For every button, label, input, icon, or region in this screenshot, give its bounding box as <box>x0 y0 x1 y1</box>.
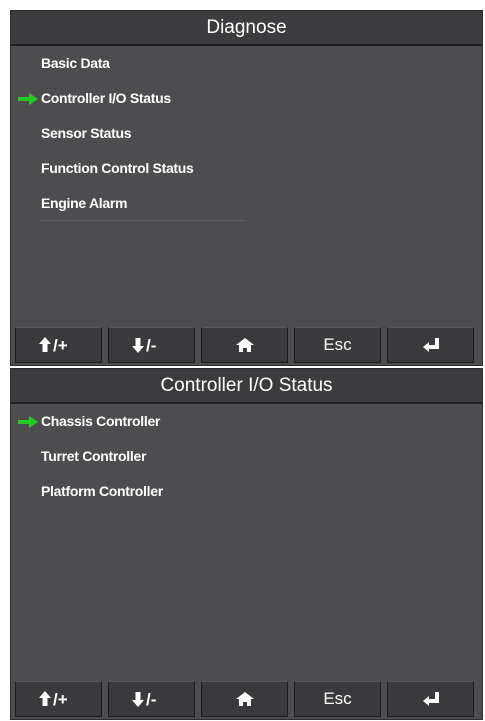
soft-key-bar: /+ /- Esc <box>11 678 482 719</box>
menu-item-label: Platform Controller <box>41 483 163 499</box>
menu-item-function-control-status[interactable]: Function Control Status <box>11 152 482 187</box>
enter-button[interactable] <box>387 681 474 717</box>
menu-item-label: Function Control Status <box>41 160 194 176</box>
down-arrow-icon: /- <box>131 690 156 708</box>
down-minus-button[interactable]: /- <box>108 327 195 363</box>
enter-icon <box>422 338 439 352</box>
esc-button[interactable]: Esc <box>294 681 381 717</box>
controller-io-status-screen: Controller I/O Status Chassis Controller… <box>10 368 483 720</box>
menu-item-label: Turret Controller <box>41 448 147 464</box>
down-minus-button[interactable]: /- <box>108 681 195 717</box>
down-arrow-icon: /- <box>131 336 156 354</box>
home-button[interactable] <box>201 327 288 363</box>
up-plus-button[interactable]: /+ <box>15 681 102 717</box>
menu-item-label: Engine Alarm <box>41 195 128 211</box>
menu-item-sensor-status[interactable]: Sensor Status <box>11 117 482 152</box>
down-minus-suffix: /- <box>146 690 156 708</box>
up-plus-button[interactable]: /+ <box>15 327 102 363</box>
selection-arrow-icon <box>18 93 38 105</box>
enter-button[interactable] <box>387 327 474 363</box>
home-button[interactable] <box>201 681 288 717</box>
menu-item-chassis-controller[interactable]: Chassis Controller <box>11 405 482 440</box>
menu-item-turret-controller[interactable]: Turret Controller <box>11 440 482 475</box>
down-minus-suffix: /- <box>146 336 156 354</box>
menu-item-engine-alarm[interactable]: Engine Alarm <box>11 187 482 222</box>
diagnose-menu: Basic Data Controller I/O Status Sensor … <box>11 47 482 222</box>
menu-item-platform-controller[interactable]: Platform Controller <box>11 475 482 510</box>
menu-item-basic-data[interactable]: Basic Data <box>11 47 482 82</box>
enter-icon <box>422 692 439 706</box>
selection-arrow-icon <box>18 416 38 428</box>
menu-item-label: Controller I/O Status <box>41 90 171 106</box>
home-icon <box>235 692 254 706</box>
esc-label: Esc <box>323 335 352 354</box>
menu-item-label: Chassis Controller <box>41 413 161 429</box>
esc-button[interactable]: Esc <box>294 327 381 363</box>
home-icon <box>235 338 254 352</box>
menu-item-label: Sensor Status <box>41 125 132 141</box>
screen-title: Diagnose <box>11 11 482 46</box>
controller-io-menu: Chassis Controller Turret Controller Pla… <box>11 405 482 510</box>
up-arrow-icon: /+ <box>38 690 68 708</box>
screen-title: Controller I/O Status <box>11 369 482 404</box>
up-plus-suffix: /+ <box>53 336 68 354</box>
menu-item-label: Basic Data <box>41 55 110 71</box>
menu-divider <box>41 220 246 221</box>
up-arrow-icon: /+ <box>38 336 68 354</box>
diagnose-screen: Diagnose Basic Data Controller I/O Statu… <box>10 10 483 366</box>
menu-item-controller-io-status[interactable]: Controller I/O Status <box>11 82 482 117</box>
esc-label: Esc <box>323 689 352 708</box>
up-plus-suffix: /+ <box>53 690 68 708</box>
soft-key-bar: /+ /- Esc <box>11 324 482 365</box>
